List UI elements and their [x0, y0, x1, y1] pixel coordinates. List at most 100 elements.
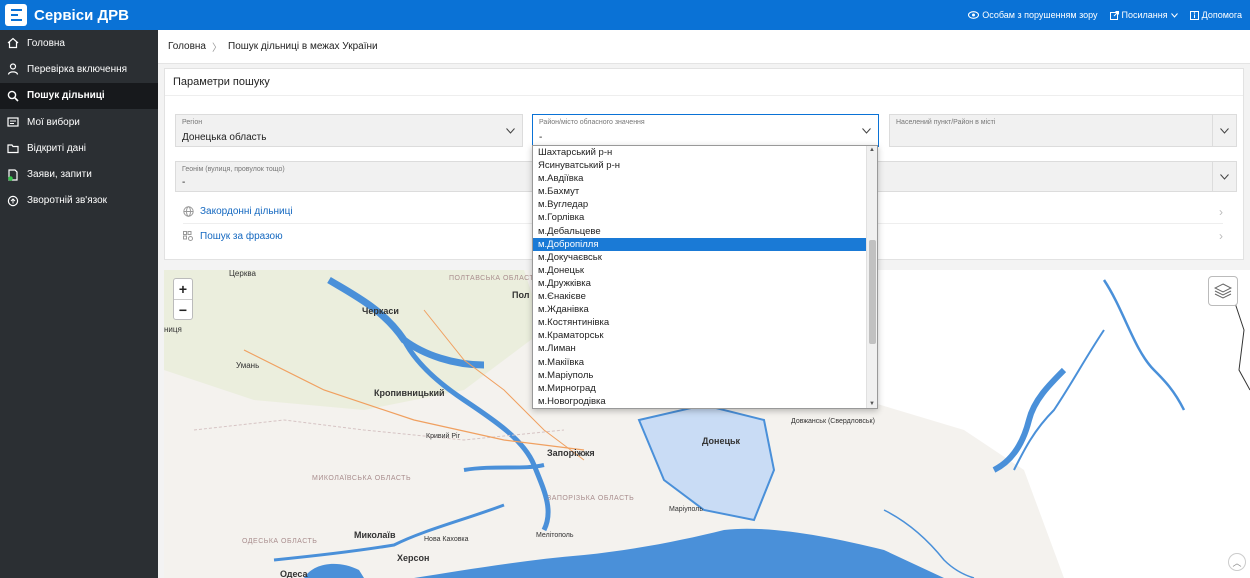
sidebar: Головна Перевірка включення Пошук дільни… [0, 30, 158, 578]
chevron-down-icon [498, 115, 522, 146]
dropdown-option[interactable]: м.Жданівка [533, 303, 867, 316]
chevron-down-icon [1212, 115, 1236, 146]
dropdown-option[interactable]: м.Докучаєвськ [533, 251, 867, 264]
sidebar-item-open-data[interactable]: Відкриті дані [0, 135, 158, 161]
scroll-top-button[interactable]: ︿ [1228, 553, 1246, 571]
help-label: Допомога [1201, 10, 1242, 20]
dropdown-option[interactable]: м.Мирноград [533, 382, 867, 395]
street-label: Геонім (вулиця, провулок тощо) [182, 166, 285, 173]
sidebar-item-home[interactable]: Головна [0, 30, 158, 56]
dropdown-option[interactable]: м.Краматорськ [533, 329, 867, 342]
layers-icon [1214, 283, 1232, 299]
zoom-in-button[interactable]: + [174, 279, 192, 299]
dropdown-option[interactable]: м.Бахмут [533, 185, 867, 198]
district-select[interactable]: Район/місто обласного значення - [532, 114, 879, 147]
dropdown-option[interactable]: м.Костянтинівка [533, 316, 867, 329]
dropdown-option[interactable]: м.Макіївка [533, 356, 867, 369]
map-label-kherson: Херсон [397, 553, 430, 563]
accessibility-label: Особам з порушенням зору [982, 10, 1098, 20]
sidebar-item-feedback[interactable]: Зворотній зв'язок [0, 188, 158, 214]
dropdown-option[interactable]: м.Авдіївка [533, 172, 867, 185]
folder-icon [7, 142, 19, 154]
dropdown-option[interactable]: м.Новогродівка [533, 395, 867, 408]
scrollbar-thumb[interactable] [869, 240, 876, 344]
map-label-tserkva: Церква [229, 270, 256, 278]
dropdown-option[interactable]: м.Вугледар [533, 198, 867, 211]
zoom-control: + − [173, 278, 193, 320]
map-label-odesa: Одеса [280, 569, 308, 578]
sidebar-item-label: Мої вибори [27, 116, 80, 128]
scroll-down-arrow-icon[interactable]: ▼ [869, 401, 875, 407]
sidebar-item-label: Зворотній зв'язок [27, 195, 108, 207]
external-link-icon [1109, 10, 1119, 20]
top-bar: Сервіси ДРВ Особам з порушенням зору Пос… [0, 0, 1250, 30]
settlement-label: Населений пункт/Район в місті [896, 119, 996, 126]
breadcrumb-current: Пошук дільниці в межах України [228, 41, 378, 52]
menu-icon[interactable] [5, 4, 27, 26]
map-label-mariupol: Маріуполь [669, 506, 704, 513]
sidebar-item-applications[interactable]: Заяви, запити [0, 161, 158, 187]
eye-icon [968, 11, 980, 19]
dropdown-option[interactable]: м.Добропілля [533, 237, 867, 251]
district-label: Район/місто обласного значення [539, 119, 645, 126]
district-dropdown[interactable]: Шахтарський р-н Ясинуватський р-н м.Авдіїв… [532, 145, 878, 409]
help-link[interactable]: Допомога [1189, 10, 1242, 20]
breadcrumb-home[interactable]: Головна [168, 41, 206, 52]
district-value: - [539, 132, 543, 143]
accessibility-link[interactable]: Особам з порушенням зору [968, 10, 1098, 20]
dropdown-option[interactable]: м.Єнакієве [533, 290, 867, 303]
sidebar-item-check-inclusion[interactable]: Перевірка включення [0, 56, 158, 82]
zoom-out-button[interactable]: − [174, 299, 192, 319]
map-label-nytsia: ниця [164, 325, 182, 334]
breadcrumb-separator: 〉 [212, 43, 222, 54]
map-label-odesa-obl: ОДЕСЬКА ОБЛАСТЬ [242, 538, 318, 545]
map-label-uman: Умань [236, 361, 260, 370]
dropdown-option[interactable]: м.Горлівка [533, 211, 867, 224]
ballot-icon [7, 116, 19, 128]
sidebar-item-find-station[interactable]: Пошук дільниці [0, 82, 158, 109]
links-label: Посилання [1121, 10, 1168, 20]
map-label-dovzhansk: Довжанськ (Свердловськ) [791, 418, 875, 425]
map-label-zaporizhzhia: Запоріжжя [547, 448, 595, 458]
globe-icon [183, 206, 194, 217]
sidebar-item-my-elections[interactable]: Мої вибори [0, 109, 158, 135]
dropdown-option[interactable]: Шахтарський р-н [533, 146, 867, 159]
sidebar-item-label: Відкриті дані [27, 142, 86, 154]
search-panel-title: Параметри пошуку [165, 69, 1243, 96]
map-label-melitopol: Мелітополь [536, 532, 574, 539]
settlement-select[interactable]: Населений пункт/Район в місті [889, 114, 1237, 147]
home-icon [7, 37, 19, 49]
document-icon [7, 169, 19, 181]
chevron-down-icon [1170, 12, 1178, 18]
map-label-mykolaiv: Миколаїв [354, 530, 396, 540]
layers-button[interactable] [1208, 276, 1238, 306]
sidebar-item-label: Пошук дільниці [27, 90, 105, 102]
dropdown-option[interactable]: м.Маріуполь [533, 369, 867, 382]
map-label-cherkasy: Черкаси [362, 306, 399, 316]
map-label-kropyvnytskyi: Кропивницький [374, 388, 445, 398]
chevron-right-icon: › [1219, 204, 1223, 219]
scroll-up-arrow-icon[interactable]: ▲ [869, 147, 875, 153]
feedback-icon [7, 195, 19, 207]
dropdown-option[interactable]: м.Донецьк [533, 264, 867, 277]
app-title[interactable]: Сервіси ДРВ [34, 7, 129, 24]
sidebar-item-label: Перевірка включення [27, 63, 128, 75]
map-label-mykolaiv-obl: МИКОЛАЇВСЬКА ОБЛАСТЬ [312, 475, 412, 482]
foreign-stations-label: Закордонні дільниці [200, 206, 293, 217]
dropdown-option[interactable]: Ясинуватський р-н [533, 159, 867, 172]
chevron-down-icon [1212, 162, 1236, 191]
dropdown-scrollbar[interactable]: ▲ ▼ [866, 146, 877, 408]
dropdown-option[interactable]: м.Дебальцеве [533, 225, 867, 238]
dropdown-option[interactable]: м.Дружківка [533, 277, 867, 290]
dropdown-option[interactable]: м.Лиман [533, 342, 867, 355]
links-menu[interactable]: Посилання [1109, 10, 1178, 20]
info-icon [1189, 10, 1199, 20]
chevron-down-icon [854, 115, 878, 146]
district-options: Шахтарський р-н Ясинуватський р-н м.Авдіїв… [533, 146, 867, 408]
region-select[interactable]: Регіон Донецька область [175, 114, 523, 147]
street-value: - [182, 177, 186, 188]
sidebar-item-label: Головна [27, 37, 65, 49]
region-value: Донецька область [182, 132, 267, 143]
phrase-search-label: Пошук за фразою [200, 230, 283, 242]
region-label: Регіон [182, 119, 203, 126]
